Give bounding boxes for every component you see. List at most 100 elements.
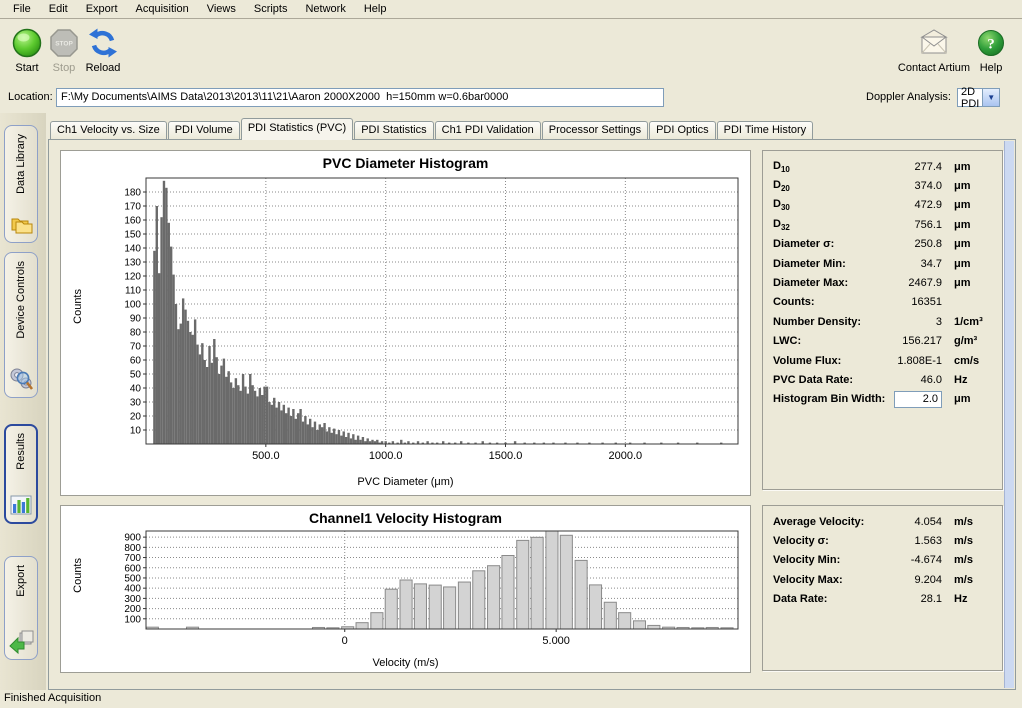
stat-label: Velocity Max: — [773, 574, 878, 586]
velocity-statistics-rows: Average Velocity:4.054m/sVelocity σ:1.56… — [763, 512, 1002, 609]
stat-value: 277.4 — [878, 161, 942, 173]
reload-label: Reload — [80, 62, 126, 74]
reload-button[interactable]: Reload — [80, 27, 126, 74]
scrollbar[interactable] — [1004, 141, 1014, 688]
tab-strip: Ch1 Velocity vs. SizePDI VolumePDI Stati… — [50, 118, 813, 139]
sidebar-item-label: Results — [15, 433, 27, 470]
start-button[interactable]: Start — [6, 27, 48, 74]
menu-scripts[interactable]: Scripts — [245, 1, 297, 17]
gears-magnifier-icon — [8, 366, 34, 392]
stat-label: Average Velocity: — [773, 516, 878, 528]
tab-processor-settings[interactable]: Processor Settings — [542, 121, 648, 139]
menu-export[interactable]: Export — [77, 1, 127, 17]
pvc-histogram-plot: 1020304050607080901001101201301401501601… — [61, 151, 748, 493]
stat-row: Average Velocity:4.054m/s — [763, 512, 1002, 531]
stat-value: 2467.9 — [878, 277, 942, 289]
stat-row: Velocity Min:-4.674m/s — [763, 551, 1002, 570]
stat-row: Diameter Max:2467.9μm — [763, 273, 1002, 292]
menu-file[interactable]: File — [4, 1, 40, 17]
tab-page-content: 1020304050607080901001101201301401501601… — [48, 139, 1016, 690]
velocity-histogram-plot: 10020030040050060070080090005.000 — [61, 506, 748, 670]
stat-row: Velocity Max:9.204m/s — [763, 570, 1002, 589]
histogram-bin-width-unit: μm — [954, 393, 994, 405]
svg-text:10: 10 — [130, 426, 142, 437]
stat-value: 1.563 — [878, 535, 942, 547]
contact-artium-button[interactable]: Contact Artium — [894, 27, 974, 74]
location-label: Location: — [8, 91, 53, 103]
stat-row: D10277.4μm — [763, 157, 1002, 176]
pvc-chart-title: PVC Diameter Histogram — [61, 155, 750, 171]
svg-text:STOP: STOP — [55, 41, 73, 48]
svg-text:?: ? — [987, 37, 995, 53]
velocity-y-axis-label: Counts — [72, 558, 84, 593]
application-window: FileEditExportAcquisitionViewsScriptsNet… — [0, 0, 1022, 708]
location-path-field[interactable]: F:\My Documents\AIMS Data\2013\2013\11\2… — [56, 88, 664, 107]
svg-text:70: 70 — [130, 342, 142, 353]
stat-value: 156.217 — [878, 335, 942, 347]
stat-label: Velocity σ: — [773, 535, 878, 547]
stat-value: 472.9 — [878, 199, 942, 211]
tab-pdi-time-history[interactable]: PDI Time History — [717, 121, 814, 139]
doppler-analysis-select[interactable]: 2D PDI ▼ — [957, 88, 1000, 107]
tab-ch1-velocity-vs-size[interactable]: Ch1 Velocity vs. Size — [50, 121, 167, 139]
sidebar-item-export[interactable]: Export — [4, 556, 38, 660]
stat-label: Volume Flux: — [773, 355, 878, 367]
svg-text:100: 100 — [124, 614, 141, 625]
stat-row: Counts:16351 — [763, 293, 1002, 312]
velocity-x-axis-label: Velocity (m/s) — [61, 657, 750, 669]
svg-text:1500.0: 1500.0 — [489, 450, 523, 462]
velocity-chart-title: Channel1 Velocity Histogram — [61, 510, 750, 526]
svg-text:300: 300 — [124, 594, 141, 605]
pvc-x-axis-label: PVC Diameter (μm) — [61, 476, 750, 488]
stat-value: -4.674 — [878, 554, 942, 566]
svg-text:110: 110 — [125, 286, 141, 297]
sidebar-item-device-controls[interactable]: Device Controls — [4, 252, 38, 398]
location-row: Location: F:\My Documents\AIMS Data\2013… — [0, 87, 1022, 111]
help-label: Help — [970, 62, 1012, 74]
pvc-statistics-panel: D10277.4μmD20374.0μmD30472.9μmD32756.1μm… — [762, 150, 1003, 490]
stat-value: 250.8 — [878, 238, 942, 250]
stat-label-subscript: 10 — [781, 165, 790, 174]
stat-label: Counts: — [773, 296, 878, 308]
stat-label-subscript: 30 — [781, 204, 790, 213]
tab-pdi-volume[interactable]: PDI Volume — [168, 121, 240, 139]
svg-text:30: 30 — [130, 398, 142, 409]
stat-label: Velocity Min: — [773, 554, 878, 566]
dropdown-arrow-icon[interactable]: ▼ — [982, 89, 999, 106]
sidebar-item-data-library[interactable]: Data Library — [4, 125, 38, 243]
menu-edit[interactable]: Edit — [40, 1, 77, 17]
svg-text:400: 400 — [124, 584, 141, 595]
stat-row: Velocity σ:1.563 m/s — [763, 531, 1002, 550]
stat-unit: m/s — [954, 535, 994, 547]
svg-text:0: 0 — [342, 635, 348, 647]
menu-help[interactable]: Help — [355, 1, 396, 17]
status-bar: Finished Acquisition — [0, 690, 1022, 708]
stat-row: LWC:156.217g/m³ — [763, 332, 1002, 351]
svg-text:900: 900 — [124, 533, 141, 544]
stop-icon: STOP — [44, 27, 84, 60]
stat-row: D30472.9μm — [763, 196, 1002, 215]
menu-bar: FileEditExportAcquisitionViewsScriptsNet… — [0, 0, 1022, 19]
tab-pdi-optics[interactable]: PDI Optics — [649, 121, 716, 139]
tab-pdi-statistics-pvc[interactable]: PDI Statistics (PVC) — [241, 118, 353, 140]
menu-views[interactable]: Views — [198, 1, 245, 17]
help-button[interactable]: ? Help — [970, 27, 1012, 74]
menu-acquisition[interactable]: Acquisition — [127, 1, 198, 17]
stat-unit: Hz — [954, 593, 994, 605]
svg-text:700: 700 — [124, 553, 141, 564]
stat-unit: μm — [954, 219, 994, 231]
histogram-bin-width-input[interactable] — [894, 391, 942, 408]
svg-text:20: 20 — [130, 412, 142, 423]
stat-label: PVC Data Rate: — [773, 374, 878, 386]
side-rail: Data Library Device Controls Results Export — [0, 113, 46, 690]
svg-text:80: 80 — [130, 328, 142, 339]
menu-network[interactable]: Network — [296, 1, 354, 17]
stop-button: STOP Stop — [44, 27, 84, 74]
tab-ch1-pdi-validation[interactable]: Ch1 PDI Validation — [435, 121, 541, 139]
svg-text:1000.0: 1000.0 — [369, 450, 403, 462]
stat-unit: μm — [954, 199, 994, 211]
pvc-statistics-rows: D10277.4μmD20374.0μmD30472.9μmD32756.1μm… — [763, 157, 1002, 390]
sidebar-item-results[interactable]: Results — [4, 424, 38, 524]
stop-label: Stop — [44, 62, 84, 74]
tab-pdi-statistics[interactable]: PDI Statistics — [354, 121, 433, 139]
